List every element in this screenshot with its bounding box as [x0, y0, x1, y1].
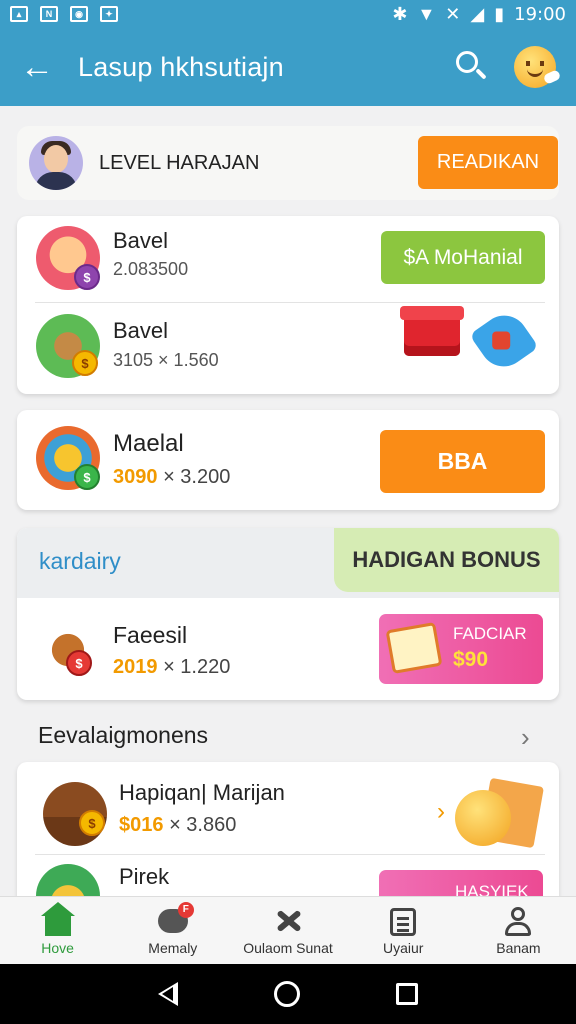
search-icon[interactable]	[452, 47, 492, 87]
clipboard-icon	[386, 906, 420, 936]
price-multiplier: × 1.220	[163, 656, 231, 678]
item-price: 3090 × 3.200	[113, 466, 230, 489]
coin-icon: $	[79, 810, 105, 836]
list-item[interactable]: $ Bavel 2.083500 $A MoHanial	[17, 216, 559, 302]
coin-icon: $	[72, 350, 98, 376]
system-back-icon[interactable]	[158, 982, 178, 1006]
item-name: Bavel	[113, 228, 169, 253]
price-multiplier: × 3.200	[163, 466, 231, 488]
price-multiplier: × 3.860	[169, 814, 237, 836]
nav-item-banam[interactable]: Banam	[461, 897, 576, 964]
nav-label: Banam	[496, 939, 541, 956]
wifi-icon: ▼	[417, 3, 436, 24]
coin-icon: $	[74, 464, 100, 490]
map-icon: ◉	[70, 6, 88, 22]
section-header: kardairy HADIGAN BONUS	[17, 528, 559, 598]
notification-badge: F	[177, 901, 194, 918]
nav-label: Memaly	[148, 939, 198, 956]
bag-icon: ✦	[100, 6, 118, 22]
section-title: Eevalaigmonens	[38, 722, 209, 748]
system-recents-icon[interactable]	[396, 983, 418, 1005]
trunk-icon: $	[43, 782, 107, 846]
section-label: kardairy	[39, 548, 121, 574]
promo-price: $90	[453, 648, 489, 671]
item-amount: 2.083500	[113, 259, 189, 279]
nav-item-uyaiur[interactable]: Uyaiur	[346, 897, 461, 964]
coin-icon: $	[74, 264, 100, 290]
level-row: LEVEL HARAJAN READIKAN	[17, 126, 559, 200]
list-item[interactable]: $ Hapiqan| Marijan $016 × 3.860 ›	[17, 768, 559, 854]
status-right-icons: ✱ ▼ ✕ ◢ ▮ 19:00	[392, 4, 566, 25]
nav-label: Oulaom Sunat	[243, 939, 333, 956]
level-label: LEVEL HARAJAN	[99, 151, 260, 174]
mohanial-button[interactable]: $A MoHanial	[381, 231, 545, 284]
price-value: $016	[119, 814, 164, 836]
price-value: 3090	[113, 466, 158, 488]
system-home-icon[interactable]	[274, 981, 300, 1007]
item-name: Maelal	[113, 430, 184, 457]
arrow-left-icon[interactable]: ←	[20, 48, 70, 87]
mute-icon: ✕	[445, 3, 461, 24]
coin-icon: $	[66, 650, 92, 676]
divider	[35, 854, 545, 855]
offer-card-1: $ Bavel 2.083500 $A MoHanial $ Bavel 310…	[17, 216, 559, 394]
kardairy-section: kardairy HADIGAN BONUS $ Faeesil 2019 × …	[17, 528, 559, 700]
item-name: Pirek	[119, 864, 170, 889]
readikan-button[interactable]: READIKAN	[418, 136, 558, 189]
bucket-icon: $	[36, 618, 100, 682]
arrow-right-icon[interactable]: ›	[437, 798, 445, 826]
item-name: Hapiqan| Marijan	[119, 780, 285, 805]
chest-icon: $	[36, 314, 100, 378]
nav-item-memaly[interactable]: F Memaly	[115, 897, 230, 964]
item-amount: 3105 × 1.560	[113, 350, 219, 370]
item-name: Faeesil	[113, 622, 188, 648]
battery-icon: ▮	[494, 3, 505, 24]
home-icon	[40, 901, 75, 936]
bottom-nav: Hove F Memaly Oulaom Sunat Uyaiur Banam	[0, 896, 576, 964]
item-price: $016 × 3.860	[119, 814, 236, 837]
image-icon: ▴	[10, 6, 28, 22]
bonus-button[interactable]: HADIGAN BONUS	[334, 528, 559, 592]
tools-icon	[271, 906, 305, 936]
page-title: Lasup hkhsutiajn	[78, 51, 284, 82]
avatar	[29, 136, 83, 190]
app-bar: ← Lasup hkhsutiajn	[0, 28, 576, 106]
n-icon: N	[40, 6, 58, 22]
user-icon	[501, 906, 535, 936]
price-value: 2019	[113, 656, 158, 678]
nav-label: Uyaiur	[382, 939, 424, 956]
signal-icon: ◢	[470, 3, 485, 24]
chat-icon: F	[156, 901, 194, 936]
girl-character-icon: $	[36, 226, 100, 290]
item-name: Bavel	[113, 318, 169, 343]
smiley-icon[interactable]	[514, 46, 556, 88]
red-box-icon[interactable]	[400, 306, 464, 356]
gear-icon: $	[36, 426, 100, 490]
status-left-icons: ▴ N ◉ ✦	[10, 6, 118, 22]
offer-card-2: $ Maelal 3090 × 3.200 BBA	[17, 410, 559, 510]
offer-card-4: $ Hapiqan| Marijan $016 × 3.860 › Pirek …	[17, 762, 559, 912]
promo-card[interactable]: FADCIAR $90	[379, 614, 543, 684]
system-nav-bar	[0, 964, 576, 1024]
nav-item-home[interactable]: Hove	[0, 897, 115, 964]
book-icon	[385, 621, 443, 675]
smiley-card-icon[interactable]	[451, 777, 544, 850]
bluetooth-icon: ✱	[392, 3, 408, 24]
nav-item-oulaom[interactable]: Oulaom Sunat	[230, 897, 345, 964]
nav-label: Hove	[41, 939, 74, 956]
status-bar: ▴ N ◉ ✦ ✱ ▼ ✕ ◢ ▮ 19:00	[0, 0, 576, 28]
bba-button[interactable]: BBA	[380, 430, 545, 493]
chevron-right-icon[interactable]: ›	[521, 722, 530, 753]
divider	[35, 302, 545, 303]
item-price: 2019 × 1.220	[113, 656, 230, 679]
status-time: 19:00	[514, 3, 566, 25]
promo-title: FADCIAR	[453, 624, 527, 643]
